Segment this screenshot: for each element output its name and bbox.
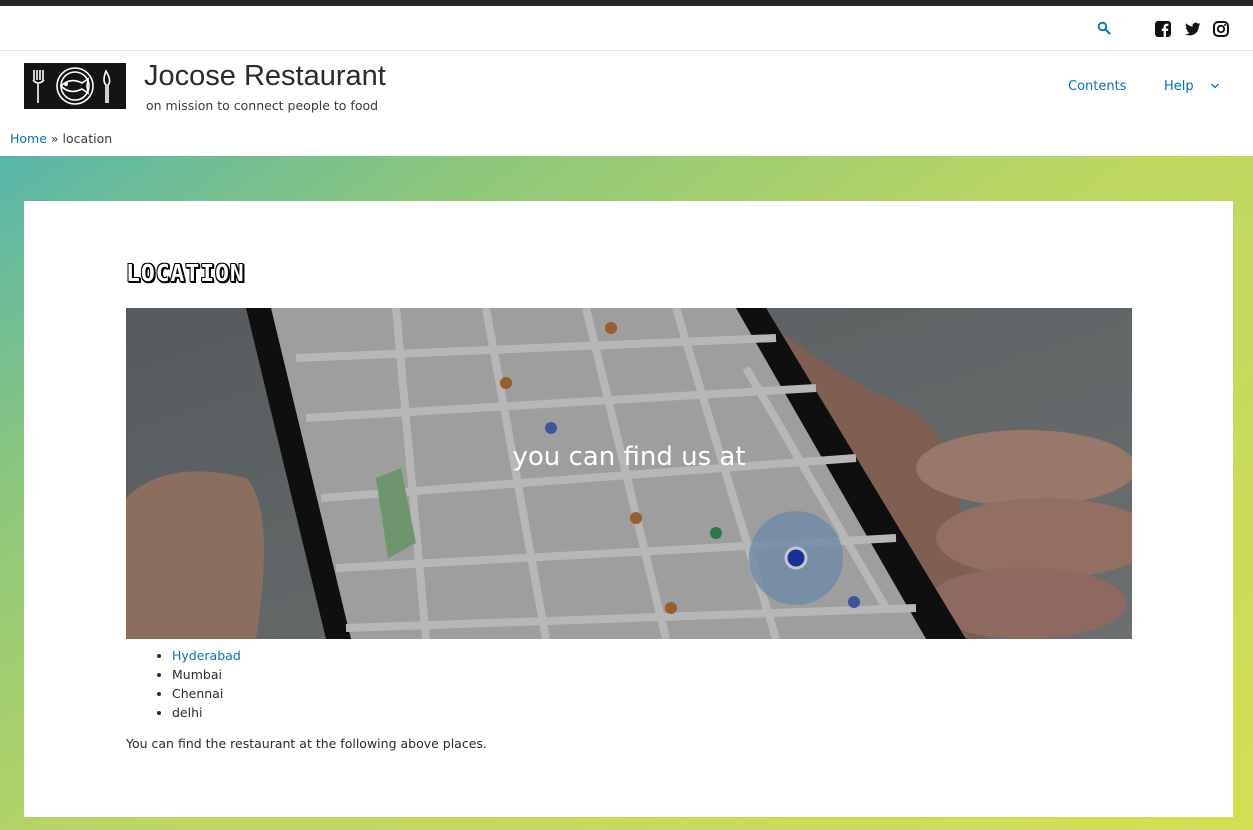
hero-image: you can find us at xyxy=(126,308,1132,639)
breadcrumb-current: location xyxy=(62,131,113,146)
city-link-hyderabad[interactable]: Hyderabad xyxy=(172,648,241,663)
hero-caption: you can find us at xyxy=(512,442,746,472)
chevron-down-icon[interactable] xyxy=(1210,82,1220,90)
page-title: LOCATION xyxy=(126,261,245,287)
content-card: LOCATION you can find us at • Hyderabad … xyxy=(24,201,1233,817)
site-tagline: on mission to connect people to food xyxy=(146,98,379,113)
breadcrumb-home-link[interactable]: Home xyxy=(10,131,47,146)
list-item: delhi xyxy=(172,703,241,722)
instagram-icon[interactable] xyxy=(1213,21,1229,37)
utility-bar xyxy=(0,6,1253,51)
list-item: Hyderabad xyxy=(172,646,241,665)
site-header: Jocose Restaurant on mission to connect … xyxy=(0,51,1253,121)
location-note: You can find the restaurant at the follo… xyxy=(126,736,487,751)
twitter-icon[interactable] xyxy=(1185,21,1201,37)
site-logo[interactable] xyxy=(24,63,126,109)
list-item: Chennai xyxy=(172,684,241,703)
nav-help-link[interactable]: Help xyxy=(1164,79,1194,94)
nav-contents-link[interactable]: Contents xyxy=(1068,79,1126,94)
plate-fish-logo-icon xyxy=(32,67,111,105)
breadcrumb-separator: » xyxy=(50,131,59,146)
city-list: Hyderabad Mumbai Chennai delhi xyxy=(126,646,241,722)
phone-map-illustration xyxy=(126,308,1132,639)
facebook-icon[interactable] xyxy=(1155,21,1171,37)
search-icon[interactable] xyxy=(1097,21,1111,35)
breadcrumb: Home » location xyxy=(10,131,112,146)
list-item: Mumbai xyxy=(172,665,241,684)
site-title[interactable]: Jocose Restaurant xyxy=(144,60,386,93)
gradient-background: LOCATION you can find us at • Hyderabad … xyxy=(0,156,1253,830)
